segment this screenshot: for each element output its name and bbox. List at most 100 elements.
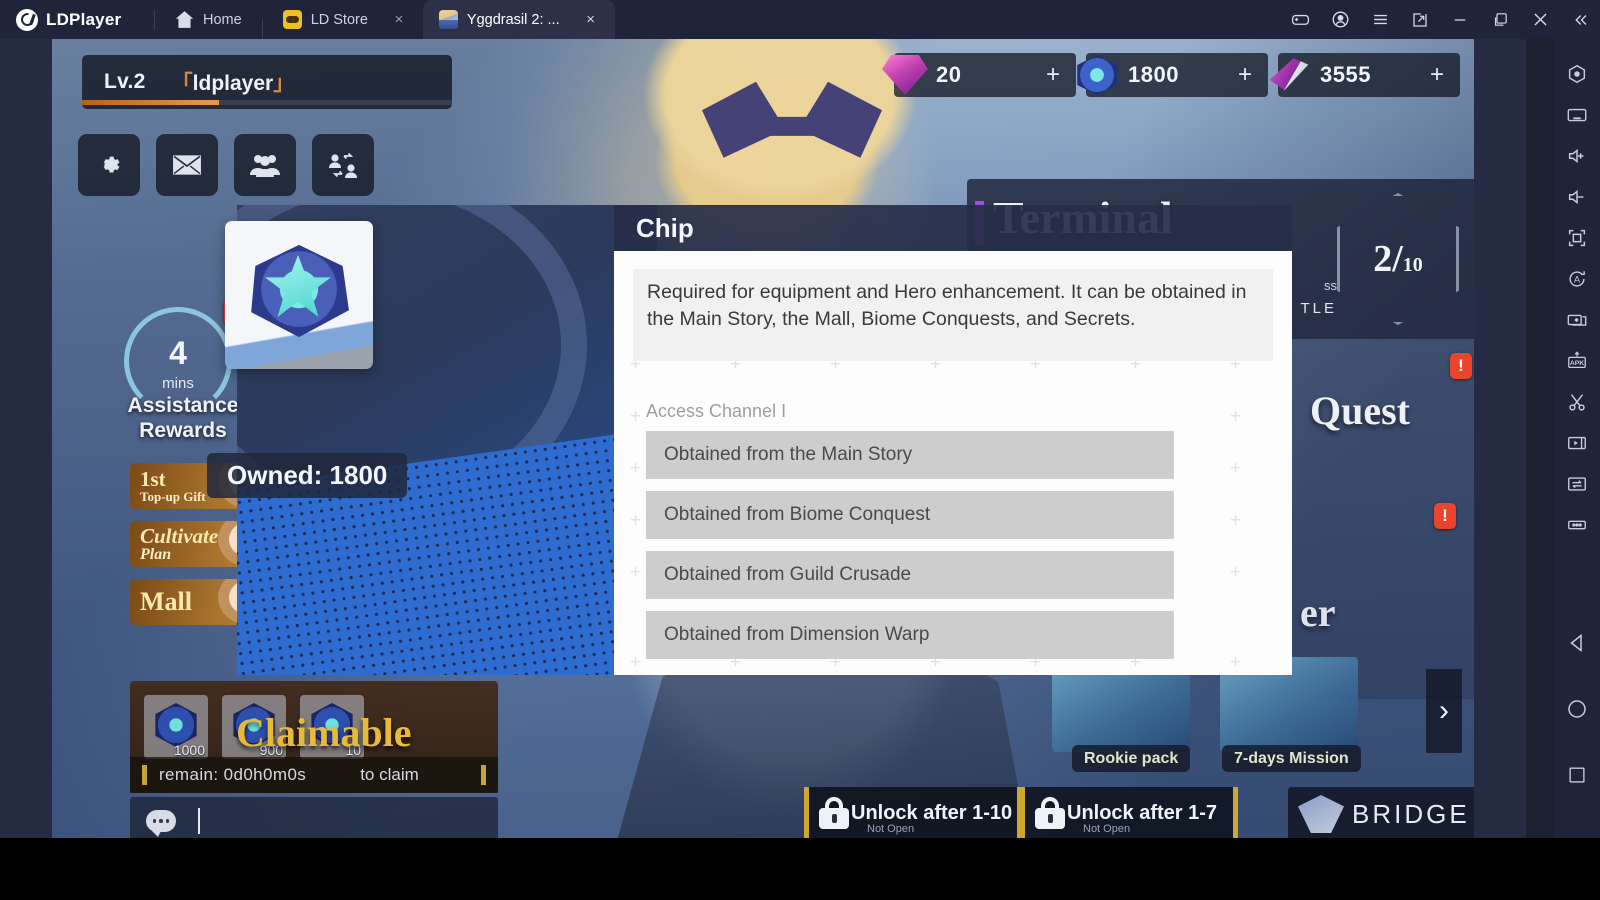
- unlock-button-1-10-sub: Not Open: [867, 823, 915, 835]
- lock-icon: [1035, 797, 1065, 829]
- keyboard-icon[interactable]: [1554, 94, 1600, 135]
- ldplayer-logo-icon: [16, 8, 38, 31]
- title-bar: LDPlayer Home LD Store × Yggdrasil 2: ..…: [0, 0, 1600, 39]
- invite-button[interactable]: [312, 134, 374, 196]
- currency-stamina-add-button[interactable]: +: [1422, 61, 1452, 89]
- settings-gear-button[interactable]: [78, 134, 140, 196]
- unlock-button-1-10-label: Unlock after 1-10: [851, 801, 1013, 824]
- more-options-icon[interactable]: [1554, 504, 1600, 545]
- fullscreen-icon[interactable]: [1554, 217, 1600, 258]
- terminal-battle-label: TLE: [1300, 300, 1337, 317]
- volume-up-icon[interactable]: [1554, 135, 1600, 176]
- tab-ld-store-label: LD Store: [310, 11, 368, 28]
- claimable-label: Claimable: [236, 710, 412, 755]
- multi-instance-icon[interactable]: [1554, 299, 1600, 340]
- promo-line1: 1st: [140, 467, 166, 491]
- access-channel-label: Access Channel I: [646, 401, 787, 421]
- currency-diamond-value: 20: [936, 62, 962, 87]
- bridge-button[interactable]: BRIDGE: [1288, 787, 1474, 838]
- home-hex-icon[interactable]: [1554, 53, 1600, 94]
- collapse-sidebar-icon[interactable]: [1560, 0, 1600, 39]
- gamepad-icon[interactable]: [1280, 0, 1320, 39]
- player-xp-fill: [82, 100, 219, 105]
- channel-row-dimension-warp[interactable]: Obtained from Dimension Warp: [646, 611, 1174, 659]
- tab-ld-store[interactable]: LD Store ×: [267, 0, 423, 39]
- claimable-panel[interactable]: 1000 900 10 Claimable remain: 0d0h0m0s t…: [130, 681, 498, 793]
- emulator-toolbar: A APK: [1554, 39, 1600, 838]
- player-level: Lv.2: [104, 70, 146, 93]
- close-icon[interactable]: [1520, 0, 1560, 39]
- resize-icon[interactable]: [1400, 0, 1440, 39]
- promo-line2: Plan: [140, 545, 172, 563]
- auto-rotate-icon[interactable]: A: [1554, 258, 1600, 299]
- tab-yggdrasil[interactable]: Yggdrasil 2: ... ×: [422, 0, 615, 39]
- currency-diamond[interactable]: 20 +: [882, 53, 1076, 97]
- tab-yggdrasil-close-icon[interactable]: ×: [583, 11, 599, 28]
- quest-panel[interactable]: Quest er ! !: [1282, 339, 1474, 699]
- tab-ld-store-close-icon[interactable]: ×: [391, 11, 407, 28]
- chat-input-bar[interactable]: [130, 797, 498, 838]
- chip-detail-dialog[interactable]: Chip ++ ++ ++ + ++ ++ ++ ++ ++ ++ + ++ +…: [614, 205, 1292, 675]
- store-icon: [282, 10, 302, 29]
- diamond-gem-icon: [882, 55, 928, 95]
- channel-row-biome-conquest[interactable]: Obtained from Biome Conquest: [646, 491, 1174, 539]
- mail-icon: [173, 155, 201, 175]
- tab-yggdrasil-label: Yggdrasil 2: ...: [466, 11, 560, 28]
- claimable-accent-left: [142, 765, 147, 785]
- currency-chip[interactable]: 1800 +: [1077, 53, 1268, 97]
- next-page-arrow-button[interactable]: ›: [1426, 669, 1462, 753]
- android-recents-icon[interactable]: [1554, 742, 1600, 808]
- friends-button[interactable]: [234, 134, 296, 196]
- chat-text-caret: [198, 808, 200, 834]
- currency-chip-add-button[interactable]: +: [1230, 61, 1260, 89]
- player-name: 「ldplayer」: [171, 72, 295, 95]
- claimable-item-count: 1000: [173, 742, 205, 758]
- stamina-icon: [1269, 58, 1309, 91]
- claimable-footer: remain: 0d0h0m0s to claim: [130, 757, 498, 793]
- chip-description: Required for equipment and Hero enhancem…: [647, 281, 1247, 330]
- owned-amount-label: Owned: 1800: [207, 453, 408, 498]
- account-icon[interactable]: [1320, 0, 1360, 39]
- chip-gem-icon: [1077, 55, 1117, 95]
- window-controls: [1280, 0, 1600, 39]
- channel-row-main-story[interactable]: Obtained from the Main Story: [646, 431, 1174, 479]
- install-apk-icon[interactable]: APK: [1554, 340, 1600, 381]
- bridge-emblem-icon: [1298, 795, 1344, 833]
- quest-label: Quest: [1310, 388, 1410, 433]
- app-brand: LDPlayer: [0, 8, 150, 31]
- maximize-icon[interactable]: [1480, 0, 1520, 39]
- shared-folder-icon[interactable]: [1554, 463, 1600, 504]
- mail-button[interactable]: [156, 134, 218, 196]
- promo-line1: Cultivate: [140, 523, 219, 548]
- currency-stamina[interactable]: 3555 +: [1269, 53, 1460, 97]
- android-home-icon[interactable]: [1554, 676, 1600, 742]
- unlock-button-1-7[interactable]: Unlock after 1-7 Not Open: [1020, 787, 1238, 838]
- claimable-item: 1000: [144, 695, 208, 759]
- scissors-icon[interactable]: [1554, 381, 1600, 422]
- game-avatar-icon: [438, 10, 458, 29]
- terminal-sublabel: ss: [1324, 278, 1337, 293]
- menu-icon[interactable]: [1360, 0, 1400, 39]
- unlock-button-1-10[interactable]: Unlock after 1-10 Not Open: [804, 787, 1022, 838]
- volume-down-icon[interactable]: [1554, 176, 1600, 217]
- tab-home[interactable]: Home: [159, 0, 258, 39]
- record-video-icon[interactable]: [1554, 422, 1600, 463]
- player-info-bar[interactable]: Lv.2 「ldplayer」: [82, 55, 452, 109]
- promo-line2: Top-up Gift: [140, 489, 206, 504]
- event-tag-rookie-pack: Rookie pack: [1072, 745, 1191, 772]
- svg-text:A: A: [1574, 274, 1581, 284]
- currency-stamina-value: 3555: [1320, 62, 1371, 87]
- lock-icon: [819, 797, 849, 829]
- minimize-icon[interactable]: [1440, 0, 1480, 39]
- promo-text: Cultivate Plan: [130, 523, 219, 563]
- assistance-unit: mins: [162, 375, 194, 392]
- brand-divider: [154, 9, 155, 30]
- quick-button-row: [78, 134, 374, 196]
- emulator-screen[interactable]: Lv.2 「ldplayer」 20 + 1800 + 3555 + ss TL…: [52, 39, 1474, 838]
- android-back-icon[interactable]: [1554, 610, 1600, 676]
- currency-diamond-add-button[interactable]: +: [1038, 61, 1068, 89]
- channel-row-guild-crusade[interactable]: Obtained from Guild Crusade: [646, 551, 1174, 599]
- promo-line1: Mall: [140, 587, 192, 616]
- currency-bar: 20 + 1800 + 3555 +: [882, 53, 1460, 97]
- svg-text:APK: APK: [1570, 360, 1584, 367]
